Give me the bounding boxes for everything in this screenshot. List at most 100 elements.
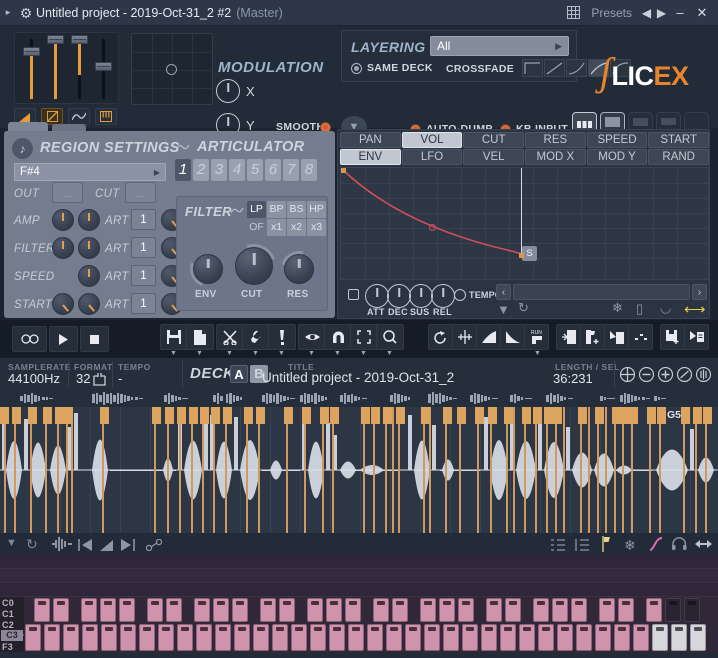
normalize-button[interactable] — [452, 324, 477, 350]
key-black[interactable] — [646, 598, 662, 622]
slash-circle-icon[interactable] — [676, 366, 693, 387]
chevron-down-icon[interactable]: ▼ — [334, 350, 341, 357]
marker-button[interactable] — [268, 324, 296, 350]
stop-button[interactable] — [80, 326, 109, 352]
filter-env-knob[interactable] — [184, 245, 232, 293]
key-white[interactable] — [177, 624, 193, 651]
delete-marker-button[interactable] — [604, 324, 629, 350]
magnet-button[interactable] — [324, 324, 352, 350]
preset-next-button[interactable]: ▶ — [655, 6, 668, 20]
undo-icon[interactable]: ↻ — [518, 300, 529, 316]
key-white[interactable] — [44, 624, 60, 651]
articulator-1[interactable]: 1 — [175, 159, 191, 181]
rel-knob[interactable] — [431, 284, 455, 308]
key-white[interactable] — [253, 624, 269, 651]
chevron-down-icon[interactable]: ▼ — [252, 350, 259, 357]
arrows-lr-icon[interactable] — [695, 537, 712, 555]
key-black[interactable] — [326, 598, 342, 622]
key-white[interactable] — [633, 624, 649, 651]
list-icon[interactable] — [550, 538, 566, 556]
key-black-unmapped[interactable] — [665, 598, 681, 622]
new-button[interactable] — [186, 324, 214, 350]
key-black[interactable] — [81, 598, 97, 622]
mod-x-knob[interactable] — [216, 79, 240, 103]
tab-mody[interactable]: MOD Y — [586, 149, 648, 165]
articulator-5[interactable]: 5 — [247, 159, 263, 181]
envelope-graph[interactable]: S — [340, 167, 709, 280]
minimize-button[interactable]: – — [670, 5, 690, 20]
key-white[interactable] — [386, 624, 402, 651]
key-white-unmapped[interactable] — [690, 624, 706, 651]
tab-rand[interactable]: RAND — [648, 149, 710, 165]
envelope-scrollbar[interactable] — [513, 284, 690, 300]
articulator-2[interactable]: 2 — [193, 159, 209, 181]
filter-mode-hp[interactable]: HP — [307, 201, 326, 218]
key-white[interactable] — [538, 624, 554, 651]
fader-1[interactable] — [23, 39, 40, 99]
key-white[interactable] — [158, 624, 174, 651]
key-white[interactable] — [614, 624, 630, 651]
articulator-7[interactable]: 7 — [283, 159, 299, 181]
play-button[interactable] — [49, 326, 78, 352]
key-black[interactable] — [420, 598, 436, 622]
filter-cut-knob[interactable] — [224, 236, 284, 296]
envelope-point-start[interactable] — [341, 168, 346, 173]
xy-pad[interactable] — [131, 33, 213, 105]
tempo-sync-button[interactable] — [454, 289, 466, 301]
filter-mode-bp[interactable]: BP — [267, 201, 286, 218]
cut-slot[interactable]: ... — [125, 182, 156, 203]
loop-button[interactable] — [12, 326, 47, 352]
link-icon[interactable] — [145, 538, 163, 556]
curve-icon[interactable] — [648, 536, 664, 557]
undo-icon[interactable]: ↻ — [26, 536, 38, 553]
arrows-lr-icon[interactable]: ⟷ — [684, 300, 706, 318]
key-black[interactable] — [53, 598, 69, 622]
key-white[interactable] — [63, 624, 79, 651]
filter-slope-x1[interactable]: x1 — [267, 219, 286, 236]
filter-slope-of[interactable]: OF — [247, 219, 266, 236]
fade-icon[interactable] — [100, 538, 114, 556]
key-black[interactable] — [307, 598, 323, 622]
filter-knob-2[interactable] — [78, 237, 100, 259]
key-black-unmapped[interactable] — [684, 598, 700, 622]
key-white[interactable] — [500, 624, 516, 651]
reverse-button[interactable] — [428, 324, 453, 350]
key-white[interactable] — [557, 624, 573, 651]
key-white[interactable] — [82, 624, 98, 651]
sustain-marker[interactable]: S — [522, 246, 537, 261]
tab-start[interactable]: START — [648, 132, 710, 148]
start-art-value[interactable]: 1 — [131, 293, 156, 314]
start-knob-2[interactable] — [78, 293, 100, 315]
key-white[interactable] — [25, 624, 41, 651]
key-white[interactable] — [405, 624, 421, 651]
key-white[interactable] — [443, 624, 459, 651]
select-button[interactable] — [350, 324, 378, 350]
envelope-point-sustain[interactable] — [519, 253, 524, 258]
chevron-down-icon[interactable]: ▼ — [196, 350, 203, 357]
keyboard-mapping-panel[interactable]: C0 C1 C2 C3 F3 — [0, 555, 718, 658]
articulator-6[interactable]: 6 — [265, 159, 281, 181]
key-white[interactable] — [291, 624, 307, 651]
add-marker-button[interactable] — [580, 324, 605, 350]
articulator-4[interactable]: 4 — [229, 159, 245, 181]
close-button[interactable]: ✕ — [692, 5, 712, 21]
key-black[interactable] — [571, 598, 587, 622]
key-black[interactable] — [439, 598, 455, 622]
key-white[interactable] — [481, 624, 497, 651]
amp-art-value[interactable]: 1 — [131, 209, 156, 230]
key-black[interactable] — [373, 598, 389, 622]
expand-arrow-icon[interactable]: ▸ — [0, 7, 16, 18]
zoom-out-icon[interactable] — [638, 366, 655, 387]
tab-res[interactable]: RES — [525, 132, 586, 148]
tab-vol[interactable]: VOL — [401, 132, 463, 148]
save-button[interactable] — [160, 324, 188, 350]
chevron-down-icon[interactable]: ▼ — [278, 350, 285, 357]
sus-knob[interactable] — [409, 284, 433, 308]
tab-env[interactable]: ENV — [340, 149, 401, 165]
snowflake-icon[interactable]: ❄ — [624, 537, 636, 554]
waveform-editor[interactable]: G5 — [0, 407, 718, 533]
key-black[interactable] — [260, 598, 276, 622]
key-white[interactable] — [519, 624, 535, 651]
save-sample-button[interactable] — [660, 324, 685, 350]
key-black[interactable] — [34, 598, 50, 622]
